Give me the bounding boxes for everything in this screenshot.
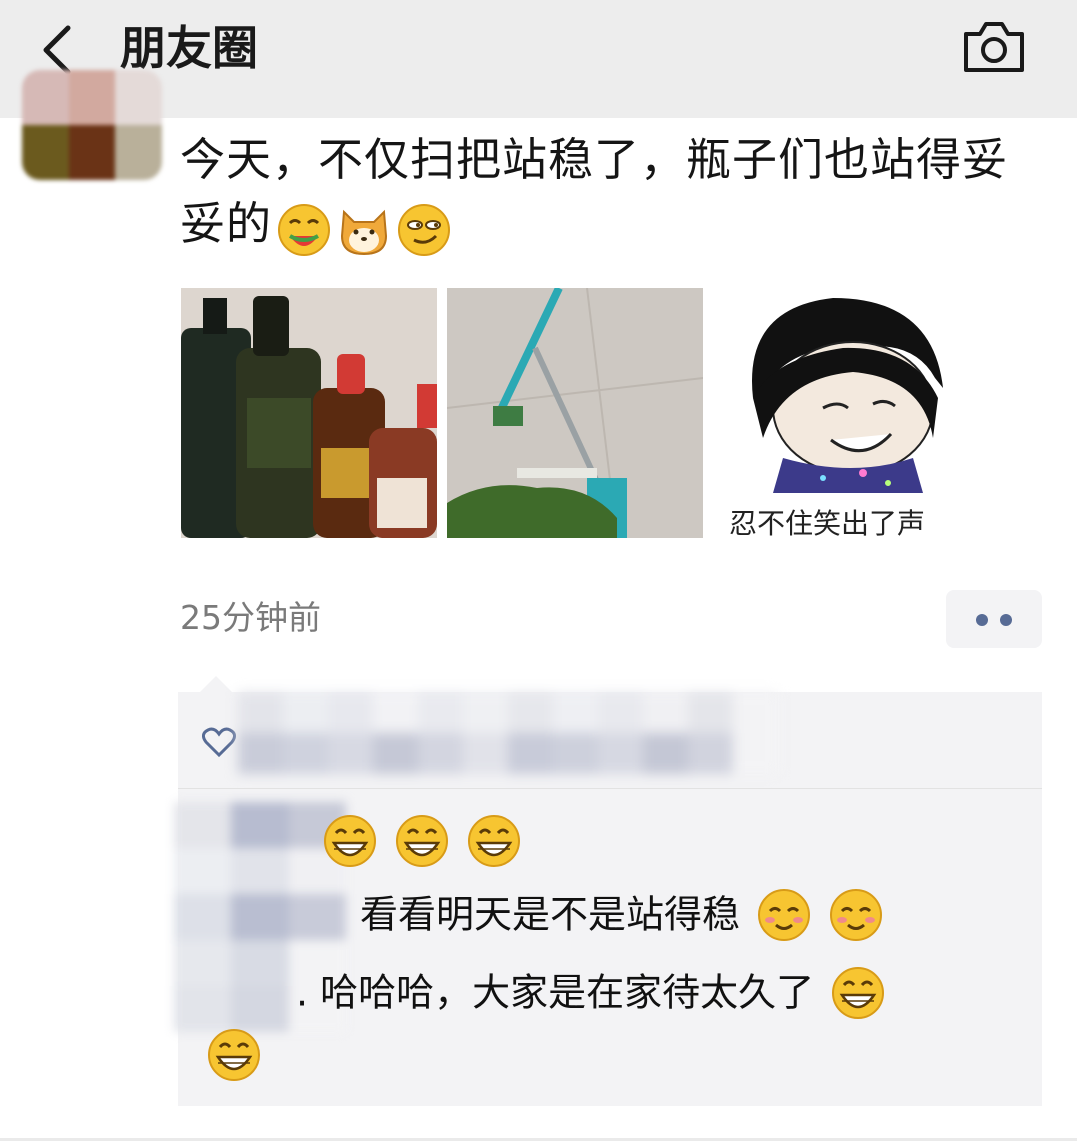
comment-item[interactable] [318,810,522,869]
grin-emoji [396,814,449,867]
divider [178,788,1042,789]
shiba-dog-emoji [341,209,388,256]
post-emojis [272,195,452,259]
dot-icon [976,614,988,626]
grin-emoji [832,966,885,1019]
watermelon-grin-emoji [278,204,331,256]
interaction-panel: 看看明天是不是站得稳 . 哈哈哈，大家是在家待太久了 [174,692,1042,1106]
comment-item[interactable] [202,1024,262,1083]
heart-outline-icon [202,727,236,758]
comment-item[interactable]: 看看明天是不是站得稳 [360,884,884,943]
comment-item[interactable]: . 哈哈哈，大家是在家待太久了 [296,962,886,1021]
comment-text: 看看明天是不是站得稳 [360,892,741,937]
camera-icon[interactable] [960,16,1028,76]
comment-text: . 哈哈哈，大家是在家待太久了 [296,970,815,1015]
blush-emoji [758,888,811,941]
post-time: 25分钟前 [180,598,321,637]
box-caret [200,676,232,692]
meme-sticker[interactable]: 忍不住笑出了声 [713,288,969,538]
likes-row [178,692,1042,788]
grin-emoji [468,814,521,867]
dot-icon [1000,614,1012,626]
page-title: 朋友圈 [120,21,258,75]
avatar[interactable] [22,70,162,180]
post-text: 今天，不仅扫把站稳了，瓶子们也站得妥妥的 [180,128,1020,259]
meme-caption: 忍不住笑出了声 [729,507,926,538]
smirk-emoji [398,204,451,256]
broom-photo[interactable] [447,288,703,538]
blush-emoji [830,888,883,941]
more-actions-button[interactable] [946,590,1042,648]
bottles-photo[interactable] [181,288,437,538]
grin-emoji [208,1028,260,1081]
grin-emoji [324,814,376,867]
liker-names-blurred [238,692,778,774]
